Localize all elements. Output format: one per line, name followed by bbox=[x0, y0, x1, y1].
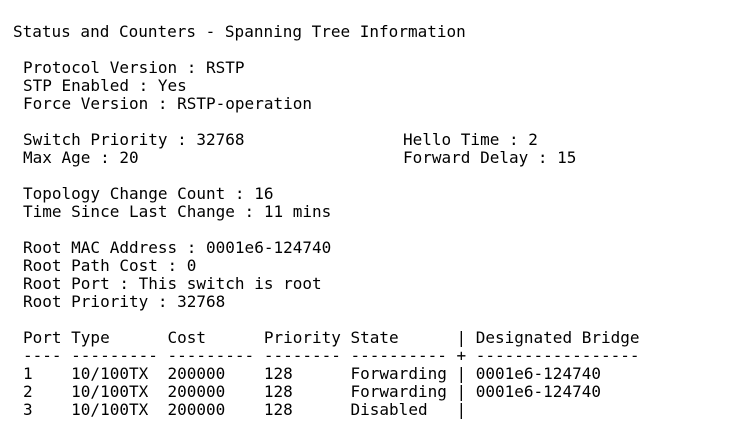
port-table-separator: ---- --------- --------- -------- ------… bbox=[23, 346, 640, 365]
time-since-last-change: Time Since Last Change : 11 mins bbox=[23, 202, 332, 221]
root-path-cost: Root Path Cost : 0 bbox=[23, 256, 197, 275]
stp-enabled: STP Enabled : Yes bbox=[23, 76, 187, 95]
hello-time: Hello Time : 2 bbox=[403, 130, 538, 149]
root-priority: Root Priority : 32768 bbox=[23, 292, 226, 311]
protocol-version: Protocol Version : RSTP bbox=[23, 58, 245, 77]
port-table-header: Port Type Cost Priority State | Designat… bbox=[23, 328, 640, 347]
page-title: Status and Counters - Spanning Tree Info… bbox=[13, 22, 466, 41]
root-port: Root Port : This switch is root bbox=[23, 274, 322, 293]
table-row: 2 10/100TX 200000 128 Forwarding | 0001e… bbox=[23, 382, 601, 401]
forward-delay: Forward Delay : 15 bbox=[403, 148, 577, 167]
table-row: 3 10/100TX 200000 128 Disabled | bbox=[23, 400, 467, 419]
max-age: Max Age : 20 bbox=[23, 148, 139, 167]
force-version: Force Version : RSTP-operation bbox=[23, 94, 312, 113]
topology-change-count: Topology Change Count : 16 bbox=[23, 184, 274, 203]
root-mac-address: Root MAC Address : 0001e6-124740 bbox=[23, 238, 332, 257]
terminal-screen: Status and Counters - Spanning Tree Info… bbox=[0, 0, 752, 428]
switch-priority: Switch Priority : 32768 bbox=[23, 130, 245, 149]
table-row: 1 10/100TX 200000 128 Forwarding | 0001e… bbox=[23, 364, 601, 383]
